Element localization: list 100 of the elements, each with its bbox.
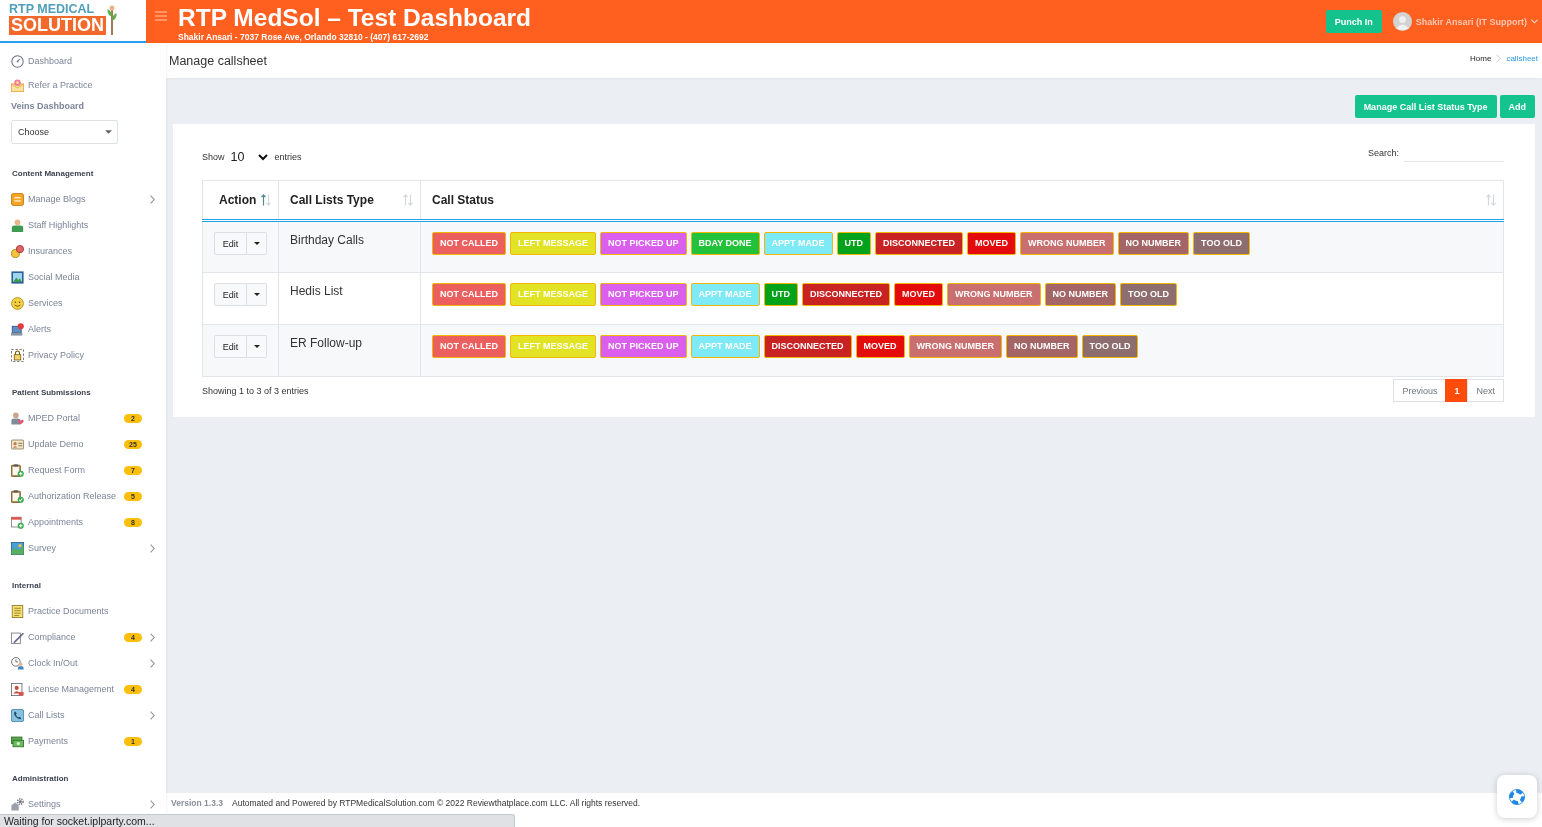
status-badge: NOT PICKED UP (600, 335, 687, 358)
dropdown-button[interactable] (247, 232, 267, 255)
status-badge: APPT MADE (690, 335, 760, 358)
address-text: Shakir Ansari - 7037 Rose Ave, Orlando 32810 - (407) 617-2692 (178, 31, 429, 42)
status-badge: TOO OLD (1193, 232, 1250, 255)
calendar-icon (11, 515, 24, 529)
page-button[interactable]: Previous (1393, 379, 1447, 402)
user-menu[interactable]: Shakir Ansari (IT Support) (1392, 12, 1538, 31)
edit-button[interactable]: Edit (214, 232, 247, 255)
id-card-icon (11, 437, 24, 451)
sidebar-item[interactable]: Clock In/Out (0, 655, 166, 671)
sidebar-item[interactable]: Manage Blogs (0, 191, 166, 207)
sidebar-item[interactable]: Services (0, 295, 166, 311)
punch-in-button[interactable]: Punch In (1325, 10, 1382, 33)
page-title: Manage callsheet (169, 53, 267, 68)
table-info: Showing 1 to 3 of 3 entries (202, 385, 309, 396)
document-icon (11, 604, 24, 618)
help-button[interactable] (1497, 775, 1537, 818)
sidebar-item[interactable]: Alerts (0, 321, 166, 337)
status-badge: NOT CALLED (432, 232, 506, 255)
page-button[interactable]: 1 (1445, 379, 1469, 402)
table-cell: ER Follow-up (278, 324, 421, 377)
section-heading: Internal (12, 580, 42, 592)
status-badge: MOVED (967, 232, 1017, 255)
status-badge: DISCONNECTED (763, 335, 852, 358)
clipboard-icon (11, 463, 24, 477)
status-badge: WRONG NUMBER (947, 283, 1041, 306)
table-cell: Hedis List (278, 272, 421, 325)
map-icon (11, 541, 24, 555)
sidebar-item[interactable]: Practice Documents (0, 603, 166, 619)
chevron-down-icon (258, 153, 269, 161)
status-badge: MOVED (894, 283, 944, 306)
dashboard-title: RTP MedSol – Test Dashboard (178, 3, 532, 32)
status-badge: BDAY DONE (690, 232, 760, 255)
clock-icon (11, 656, 24, 670)
page-button[interactable]: Next (1467, 379, 1504, 402)
id-badge-icon (11, 682, 24, 696)
status-badge: MOVED (855, 335, 905, 358)
notepad-icon (11, 192, 24, 206)
status-badge: NOT PICKED UP (600, 283, 687, 306)
dropdown-button[interactable] (247, 335, 267, 358)
sidebar-item[interactable]: Call Lists (0, 707, 166, 723)
plant-icon (107, 5, 117, 35)
phone-icon (11, 708, 24, 722)
status-badge: TOO OLD (1081, 335, 1139, 358)
caret-down-icon (1531, 19, 1538, 24)
status-badge: WRONG NUMBER (1020, 232, 1114, 255)
avatar-icon (1392, 12, 1412, 31)
clipboard-check-icon (11, 489, 24, 503)
version-label: Version 1.3.3 (171, 798, 223, 809)
table-cell: Birthday Calls (278, 220, 421, 273)
sidebar-item[interactable]: Dashboard (0, 53, 166, 69)
status-badge: NO NUMBER (1044, 283, 1117, 306)
sidebar-item[interactable]: Settings (0, 796, 166, 812)
envelope-icon (11, 78, 24, 92)
toolbar-button[interactable]: Add (1499, 95, 1535, 118)
status-badge: DISCONNECTED (802, 283, 891, 306)
padlock-icon (11, 348, 24, 362)
lifebuoy-icon (1509, 788, 1525, 805)
status-badge: LEFT MESSAGE (510, 232, 596, 255)
pen-icon (11, 630, 24, 644)
sidebar-item[interactable]: Survey (0, 540, 166, 556)
coins-icon (11, 244, 24, 258)
edit-button[interactable]: Edit (214, 335, 247, 358)
status-badge: APPT MADE (690, 283, 760, 306)
caret-down-icon (253, 293, 260, 296)
sidebar-item[interactable]: Insurances (0, 243, 166, 259)
sidebar-item[interactable]: Privacy Policy (0, 347, 166, 363)
caret-down-icon (253, 345, 260, 348)
dropdown-button[interactable] (247, 283, 267, 306)
status-badge: DISCONNECTED (875, 232, 964, 255)
picture-icon (11, 270, 24, 284)
status-badge: NOT CALLED (432, 283, 506, 306)
edit-button[interactable]: Edit (214, 283, 247, 306)
section-heading: Administration (12, 773, 70, 785)
logo-banner: SOLUTION (9, 16, 106, 35)
entries-select[interactable]: 10 (230, 150, 269, 164)
status-badge: NOT CALLED (432, 335, 506, 358)
breadcrumb-link[interactable]: Home (1470, 54, 1492, 63)
status-badge: TOO OLD (1120, 283, 1177, 306)
section-label: Veins Dashboard (11, 100, 86, 112)
copyright-text: Automated and Powered by RTPMedicalSolution.com © 2022 Reviewthatplace.com LLC. All rights reserved. (232, 798, 641, 809)
status-badge: WRONG NUMBER (908, 335, 1003, 358)
smiley-icon (11, 296, 24, 310)
sidebar-item[interactable]: Social Media (0, 269, 166, 285)
chevron-right-icon (1496, 54, 1502, 63)
money-icon (11, 734, 24, 748)
status-badge: UTD (836, 232, 872, 255)
caret-down-icon (105, 130, 112, 134)
status-badge: NO NUMBER (1117, 232, 1190, 255)
search-label: Search: (1367, 147, 1399, 158)
toolbar-button[interactable]: Manage Call List Status Type (1354, 95, 1497, 118)
breadcrumb-link[interactable]: callsheet (1506, 54, 1538, 63)
status-badge: NOT PICKED UP (600, 232, 687, 255)
status-badge: LEFT MESSAGE (510, 283, 596, 306)
dashboard-select[interactable]: Choose (11, 120, 118, 144)
status-badge: APPT MADE (763, 232, 833, 255)
sidebar-item[interactable]: Refer a Practice (0, 77, 166, 93)
section-heading: Content Management (12, 168, 95, 180)
sidebar-item[interactable]: Staff Highlights (0, 217, 166, 233)
